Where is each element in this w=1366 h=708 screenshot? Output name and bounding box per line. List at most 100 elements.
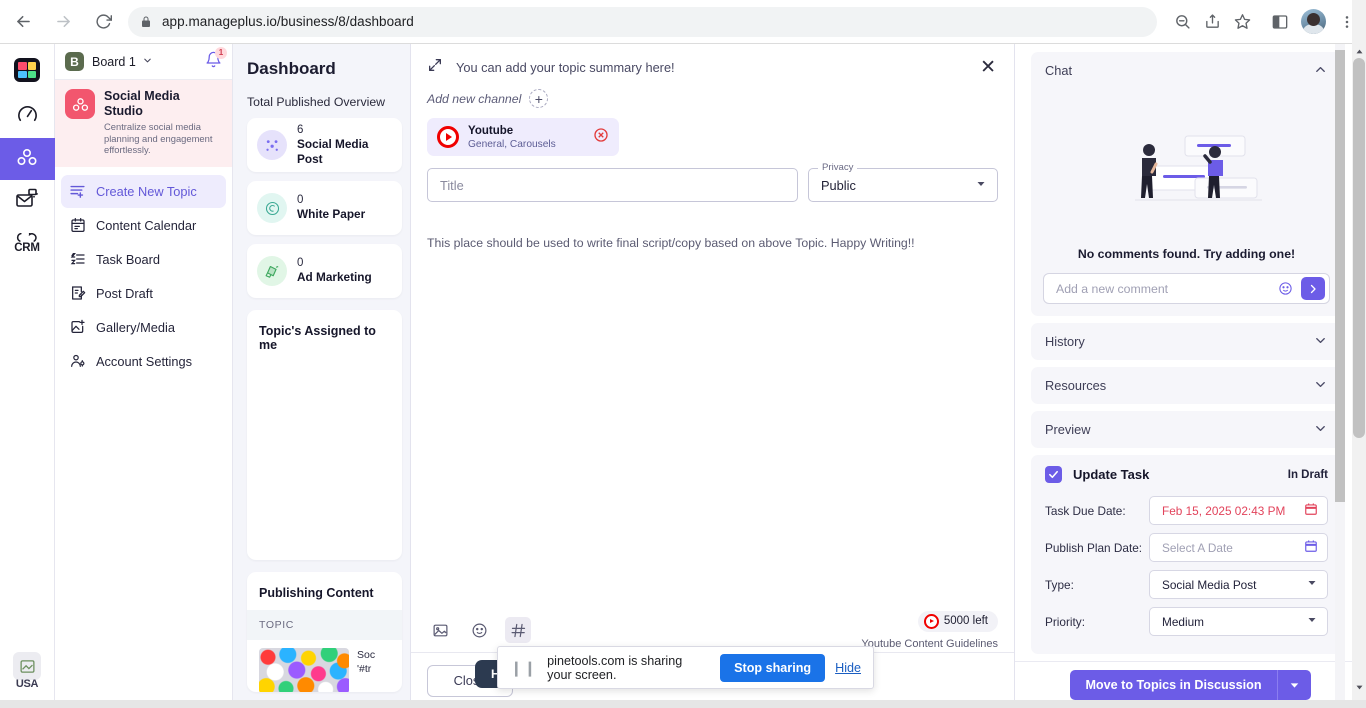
update-task-card: Update Task In Draft Task Due Date: Feb … [1031,455,1342,654]
board-selector[interactable]: B Board 1 1 [55,44,232,80]
preview-header[interactable]: Preview [1031,411,1342,448]
privacy-select[interactable]: Privacy Public [808,162,998,202]
create-topic-icon [69,183,86,200]
remove-circle-icon[interactable] [593,127,609,148]
share-icon[interactable] [1197,7,1227,37]
empty-chat-illustration [1043,91,1330,241]
address-bar[interactable]: app.manageplus.io/business/8/dashboard [128,6,1157,37]
reload-button[interactable] [86,5,120,39]
topic-editor-panel: You can add your topic summary here! ✕ A… [410,44,1015,708]
task-due-date-input[interactable]: Feb 15, 2025 02:43 PM [1149,496,1328,525]
sidebar-item-label: Post Draft [96,285,153,301]
chevron-up-icon[interactable] [1313,62,1328,80]
resources-header[interactable]: Resources [1031,367,1342,404]
move-options-caret[interactable] [1276,670,1311,700]
add-channel-button[interactable]: + [529,89,549,108]
forward-button[interactable] [46,5,80,39]
content-guidelines-link[interactable]: Youtube Content Guidelines [861,638,998,650]
sidebar-item-create-new-topic[interactable]: Create New Topic [61,174,226,208]
editor-placeholder[interactable]: This place should be used to write final… [427,236,998,250]
counter-text: 5000 left [943,615,988,628]
move-to-topics-button[interactable]: Move to Topics in Discussion [1070,670,1277,700]
calendar-red-icon[interactable] [1304,502,1318,519]
rail-item-mail-campaign[interactable] [0,180,55,222]
stat-card-white-paper[interactable]: 0 White Paper [247,181,402,235]
chat-section: Chat No comments found. Try adding one! … [1031,52,1342,316]
history-title: History [1045,334,1085,349]
calendar-icon[interactable] [1304,539,1318,556]
assigned-topics-title: Topic's Assigned to me [259,324,376,352]
topic-thumbnail [259,648,349,692]
sidebar-item-label: Gallery/Media [96,319,175,335]
back-button[interactable] [6,5,40,39]
speedometer-icon [16,103,39,131]
notifications-button[interactable]: 1 [205,46,227,73]
task-priority-select[interactable]: Medium [1149,607,1328,636]
rail-item-crm[interactable]: CRM [0,222,55,264]
rail-item-dashboard[interactable] [0,96,55,138]
sidebar-item-label: Content Calendar [96,217,197,233]
hide-link[interactable]: Hide [835,661,861,675]
history-header[interactable]: History [1031,323,1342,360]
stat-card-ad-marketing[interactable]: 0 Ad Marketing [247,244,402,298]
sidebar-item-account-settings[interactable]: Account Settings [61,345,226,378]
send-button[interactable] [1301,277,1325,300]
task-type-select[interactable]: Social Media Post [1149,570,1328,599]
scroll-down-arrow[interactable] [1352,680,1366,694]
image-icon[interactable] [427,617,453,643]
chevron-down-icon[interactable] [1313,421,1328,439]
chevron-down-icon[interactable] [1313,333,1328,351]
board-name: Board 1 [92,54,136,69]
mail-campaign-icon [15,187,39,216]
rail-bottom-label: USA [15,678,39,690]
channel-chip-youtube[interactable]: Youtube General, Carousels [427,118,619,156]
modal-body: Add new channel + Youtube General, Carou… [411,89,1014,608]
emoji-icon[interactable] [1278,281,1293,296]
sidebar-nav: Create New Topic Content Calendar Task B… [55,167,232,378]
browser-scrollbar-thumb[interactable] [1353,58,1365,438]
topic-summary-input[interactable]: You can add your topic summary here! [456,60,976,75]
close-icon[interactable]: ✕ [976,56,1000,79]
publish-plan-date-input[interactable]: Select A Date [1149,533,1328,562]
topic-line-1: Soc [357,649,376,661]
task-type-row: Type: Social Media Post [1045,570,1328,599]
rail-item-social-studio[interactable] [0,138,55,180]
chevron-down-icon[interactable] [142,55,153,69]
youtube-icon [923,613,939,629]
rail-item-usa[interactable]: USA [13,652,41,690]
chevron-down-icon [975,178,987,192]
side-panel-icon[interactable] [1265,7,1295,37]
expand-arrows-icon[interactable] [427,57,443,78]
star-icon[interactable] [1227,7,1257,37]
stop-sharing-button[interactable]: Stop sharing [720,653,826,682]
update-task-checkbox[interactable] [1045,466,1062,483]
stat-label: Social Media Post [297,136,369,166]
zoom-out-icon[interactable] [1167,7,1197,37]
sidebar-item-label: Task Board [96,251,161,267]
sidebar-item-gallery-media[interactable]: Gallery/Media [61,311,226,344]
title-input[interactable]: Title [427,168,798,202]
privacy-legend: Privacy [818,162,858,173]
inner-scrollbar-thumb[interactable] [1335,50,1345,502]
table-row[interactable]: Soc '#tr [247,640,402,692]
scroll-up-arrow[interactable] [1352,44,1366,58]
stat-label: White Paper [297,207,366,221]
screen-share-text: pinetools.com is sharing your screen. [547,653,683,682]
chevron-down-icon[interactable] [1313,377,1328,395]
task-due-date-row: Task Due Date: Feb 15, 2025 02:43 PM [1045,496,1328,525]
sidebar-item-task-board[interactable]: Task Board [61,243,226,276]
social-studio-icon [15,145,39,174]
chat-header[interactable]: Chat [1031,52,1342,89]
studio-banner: Social Media Studio Centralize social me… [55,80,232,167]
chat-body: No comments found. Try adding one! Add a… [1031,89,1342,316]
document-spiral-icon [257,193,287,223]
comment-input[interactable]: Add a new comment [1043,273,1330,304]
hashtag-icon[interactable] [505,617,531,643]
add-channel-label: Add new channel [427,91,522,106]
avatar[interactable] [1301,9,1326,34]
emoji-icon[interactable] [466,617,492,643]
stat-card-social-media-post[interactable]: 6 Social Media Post [247,118,402,172]
sidebar-item-post-draft[interactable]: Post Draft [61,277,226,310]
sidebar-item-content-calendar[interactable]: Content Calendar [61,209,226,242]
apps-logo-icon[interactable] [14,58,40,82]
